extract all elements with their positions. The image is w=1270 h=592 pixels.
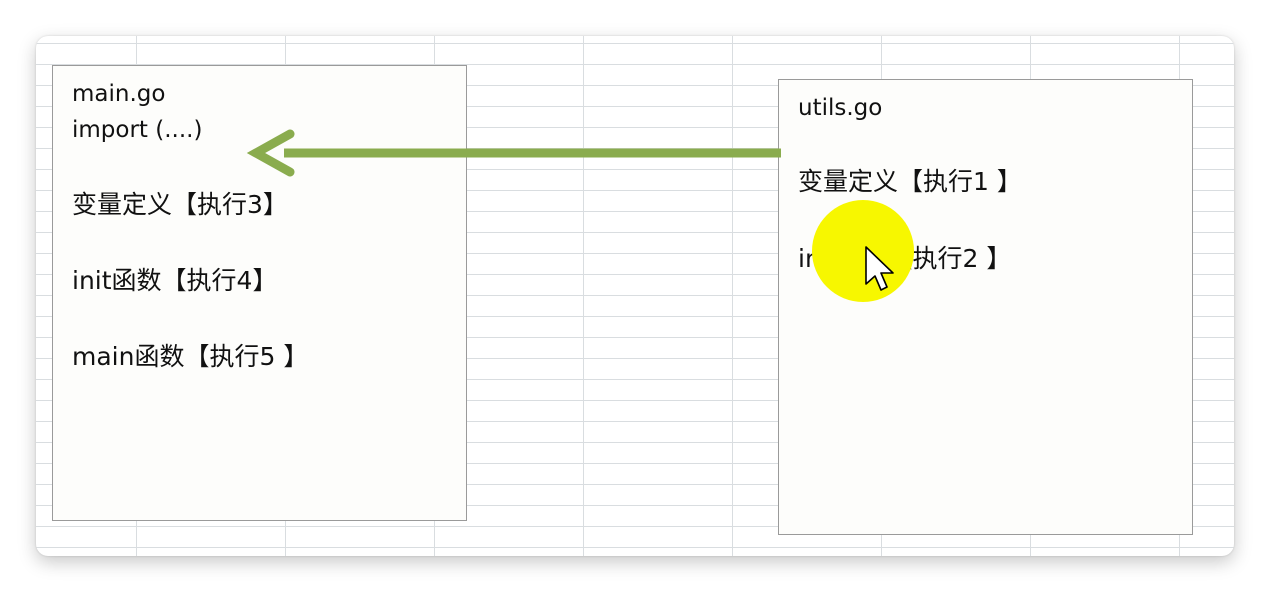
cursor-layer [865, 246, 894, 291]
mouse-cursor-icon [865, 246, 894, 291]
